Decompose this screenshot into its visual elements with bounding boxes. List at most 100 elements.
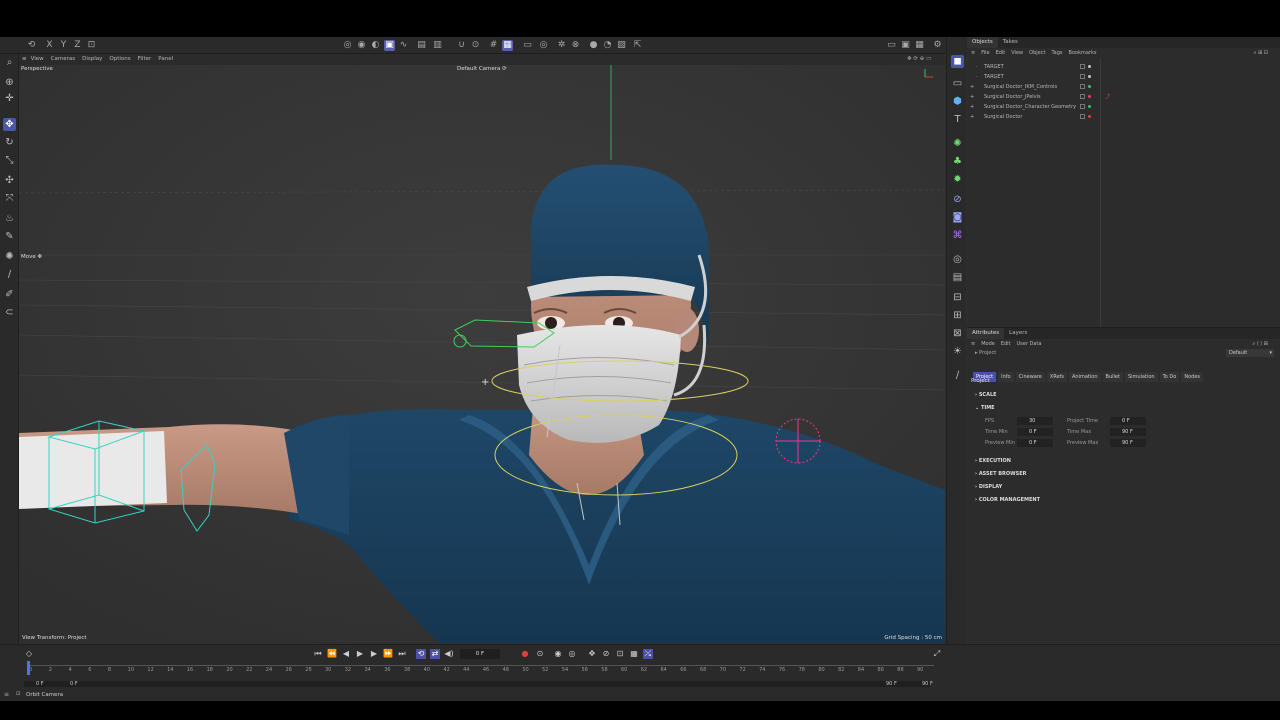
brush-icon[interactable]: ✐ [3,288,16,301]
camera-icon[interactable]: ◎ [538,40,549,51]
camera-object-icon[interactable]: ▤ [951,271,964,284]
object-row[interactable]: · TARGET [970,72,1270,82]
status-menu-icon[interactable]: ≡ [4,691,9,698]
weight-icon[interactable]: ✺ [3,250,16,263]
axis-z-icon[interactable]: Z [72,40,83,51]
atom-icon[interactable]: ✺ [951,137,964,150]
attributes-menu-edit[interactable]: Edit [1001,341,1011,347]
move-tool-icon[interactable]: ✥ [3,118,16,131]
key-pla-icon[interactable]: ⊡ [615,649,625,659]
section-scale[interactable]: › SCALE [975,392,997,398]
object-row[interactable]: + Surgical Doctor [970,112,1270,122]
objects-menu-tags[interactable]: Tags [1051,50,1062,56]
section-color-management[interactable]: › COLOR MANAGEMENT [975,497,1040,503]
section-asset-browser[interactable]: › ASSET BROWSER [975,471,1027,477]
render-queue-icon[interactable]: ▣ [900,40,911,51]
expand-icon[interactable]: + [970,112,974,122]
scale-tool-icon[interactable]: ⤡ [3,154,16,167]
chip-cineware[interactable]: Cineware [1015,372,1045,382]
key-rotation-icon[interactable]: ◎ [567,649,577,659]
timeline-ruler[interactable] [28,665,934,666]
snap-icon[interactable]: # [488,40,499,51]
expand-icon[interactable]: + [970,82,974,92]
search-icon[interactable]: ⌕ [3,56,16,69]
object-row[interactable]: · TARGET [970,62,1270,72]
range-end[interactable]: 90 F [922,681,933,687]
visibility-check[interactable] [1080,74,1085,79]
object-row[interactable]: + Surgical Doctor_JPelvis ⤴ [970,92,1270,102]
attributes-menu-icon[interactable]: ≡ [971,341,975,347]
transform-icon[interactable]: ✣ [3,174,16,187]
tab-takes[interactable]: Takes [998,37,1023,48]
render-settings-icon[interactable]: ◐ [370,40,381,51]
loop-icon[interactable]: ⟲ [416,649,426,659]
sculpt-icon[interactable]: ✎ [3,230,16,243]
camera-label[interactable]: Default Camera ⟳ [457,66,507,72]
range-end-display[interactable]: 90 F [886,681,897,687]
objects-menu-view[interactable]: View [1011,50,1023,56]
rectangle-icon[interactable]: ▭ [951,77,964,90]
settings-icon[interactable]: ⚙ [932,40,943,51]
interpolation-icon[interactable]: ⤯ [643,649,653,659]
keyframe-diamond-icon[interactable]: ◇ [24,649,34,659]
render-region-icon[interactable]: ▦ [914,40,925,51]
generator-object-icon[interactable]: ⬢ [951,95,964,108]
object-row[interactable]: + Surgical Doctor_IKM_Controls [970,82,1270,92]
chip-info[interactable]: Info [998,372,1014,382]
render-picture-icon[interactable]: ◉ [356,40,367,51]
magnet-tool-icon[interactable]: ⊂ [3,306,16,319]
cube-object-icon[interactable]: ◼ [951,55,964,68]
section-time[interactable]: ⌄ TIME [975,405,995,411]
attributes-menu-mode[interactable]: Mode [981,341,995,347]
undo-icon[interactable]: ⟲ [26,40,37,51]
key-param-icon[interactable]: ⊘ [601,649,611,659]
fps-field[interactable]: 30 [1017,417,1053,425]
menu-view[interactable]: View [31,56,44,62]
bounce-icon[interactable]: ⇄ [430,649,440,659]
visibility-check[interactable] [1080,114,1085,119]
material-icon[interactable]: ⊗ [570,40,581,51]
attributes-menu-userdata[interactable]: User Data [1017,341,1042,347]
time-max-field[interactable]: 90 F [1110,428,1146,436]
chip-bullet[interactable]: Bullet [1102,372,1123,382]
tab-objects[interactable]: Objects [967,37,998,48]
snap-tool-icon[interactable]: ⤧ [3,192,16,205]
expand-icon[interactable]: + [970,102,974,112]
deformer-object-icon[interactable]: ⊘ [951,193,964,206]
cloner-icon[interactable]: ♣ [951,155,964,168]
key-all-icon[interactable]: ▦ [629,649,639,659]
expand-icon[interactable]: + [970,92,974,102]
render-view-icon[interactable]: ◎ [342,40,353,51]
deformer-icon[interactable]: ▥ [432,40,443,51]
range-slider[interactable] [24,681,930,687]
viewport-nav-icons[interactable]: ✥ ⟳ ⊕ ▭ [907,54,931,65]
preset-dropdown[interactable]: Default ▾ [1226,349,1274,357]
paint-icon[interactable]: ♨ [3,212,16,225]
objects-menu-edit[interactable]: Edit [996,50,1006,56]
next-key-icon[interactable]: ⏩ [383,649,393,659]
grid-icon[interactable]: ▦ [502,40,513,51]
preview-min-field[interactable]: 0 F [1017,439,1053,447]
viewport-menu-icon[interactable]: ≡ [22,56,27,62]
visibility-check[interactable] [1080,84,1085,89]
menu-panel[interactable]: Panel [158,56,173,62]
objects-search-icon[interactable]: ⌕ ⊞ ⊡ [1254,48,1268,58]
chip-animation[interactable]: Animation [1069,372,1101,382]
go-to-end-icon[interactable]: ⏭ [397,649,407,659]
menu-filter[interactable]: Filter [138,56,152,62]
menu-options[interactable]: Options [109,56,130,62]
text-icon[interactable]: T [951,113,964,126]
light-object-icon[interactable]: ⊟ [951,291,964,304]
tab-layers[interactable]: Layers [1004,328,1032,339]
current-frame-field[interactable]: 0 F [460,649,500,659]
layout-icon[interactable]: ▭ [886,40,897,51]
record-icon[interactable]: ● [520,649,530,659]
select-icon[interactable]: ⊕ [3,76,16,89]
live-selection-icon[interactable]: ✛ [3,92,16,105]
sky-icon[interactable]: ⊠ [951,327,964,340]
objects-menu-object[interactable]: Object [1029,50,1045,56]
sphere-icon[interactable]: ● [588,40,599,51]
knife-icon[interactable]: ∕ [3,268,16,281]
section-execution[interactable]: › EXECUTION [975,458,1011,464]
axis-x-icon[interactable]: X [44,40,55,51]
